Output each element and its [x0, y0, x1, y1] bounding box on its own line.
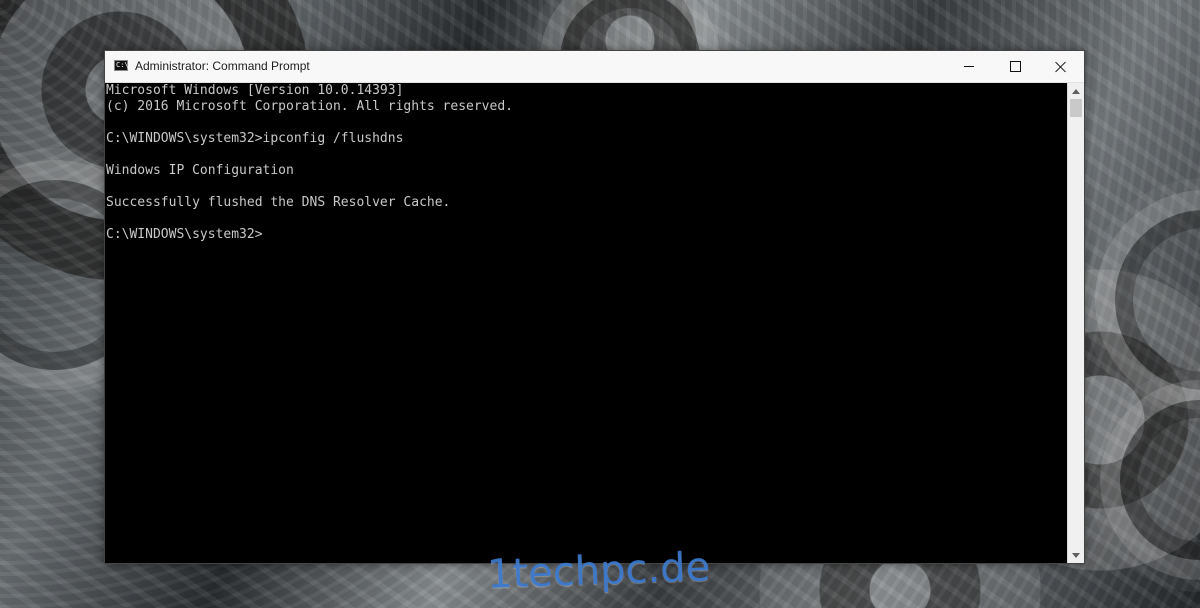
close-button[interactable]	[1038, 51, 1084, 82]
console-line: Windows IP Configuration	[106, 163, 294, 178]
minimize-button[interactable]	[946, 51, 992, 82]
console-line: Microsoft Windows [Version 10.0.14393]	[106, 83, 404, 98]
minimize-icon	[964, 66, 974, 67]
window-title: Administrator: Command Prompt	[135, 59, 310, 73]
close-icon	[1055, 61, 1067, 73]
background-gear	[1095, 190, 1200, 410]
console-output[interactable]: Microsoft Windows [Version 10.0.14393] (…	[105, 83, 1066, 563]
command-prompt-window[interactable]: C:\ Administrator: Command Prompt Micros…	[104, 50, 1085, 564]
desktop-background: C:\ Administrator: Command Prompt Micros…	[0, 0, 1200, 608]
background-gear	[1100, 380, 1200, 580]
vertical-scrollbar[interactable]	[1067, 83, 1084, 563]
chevron-down-icon	[1072, 552, 1080, 558]
scroll-up-button[interactable]	[1068, 83, 1084, 99]
console-line: C:\WINDOWS\system32>ipconfig /flushdns	[106, 131, 404, 146]
title-bar[interactable]: C:\ Administrator: Command Prompt	[105, 51, 1084, 83]
scrollbar-thumb[interactable]	[1070, 99, 1082, 117]
command-prompt-icon: C:\	[114, 60, 129, 71]
console-prompt-line[interactable]: C:\WINDOWS\system32>	[106, 227, 263, 243]
window-controls	[946, 51, 1084, 82]
watermark-logo: 1techpc.de	[486, 544, 711, 598]
chevron-up-icon	[1072, 88, 1080, 94]
maximize-button[interactable]	[992, 51, 1038, 82]
console-line: Successfully flushed the DNS Resolver Ca…	[106, 195, 451, 210]
console-line: (c) 2016 Microsoft Corporation. All righ…	[106, 99, 513, 114]
scroll-down-button[interactable]	[1068, 547, 1084, 563]
maximize-icon	[1009, 61, 1021, 72]
